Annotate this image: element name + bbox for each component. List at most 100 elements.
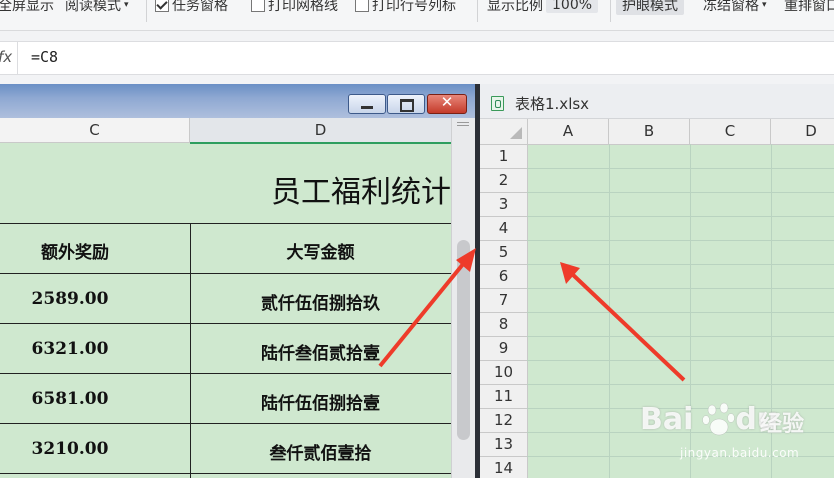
row-header[interactable]: 6: [480, 265, 528, 289]
gridline: [527, 168, 834, 169]
spreadsheet-file-icon: [491, 96, 504, 111]
divider: [0, 223, 451, 224]
left-workbook-window: ✕ C D 员工福利统计 额外奖励 大写金额 2589.00 贰仟伍佰捌拾玖 6…: [0, 84, 475, 478]
gridline: [527, 192, 834, 193]
freeze-panes-label: 冻结窗格: [703, 0, 759, 14]
column-header-d[interactable]: D: [771, 119, 834, 145]
watermark-sub: 经验: [760, 412, 805, 437]
table-cell[interactable]: 叁仟贰佰壹拾: [190, 439, 451, 464]
divider: [0, 273, 451, 274]
divider: [0, 373, 451, 374]
minimize-icon: [361, 106, 373, 109]
window-titlebar[interactable]: 表格1.xlsx: [480, 84, 834, 119]
row-header[interactable]: 10: [480, 361, 528, 385]
column-header-c[interactable]: C: [0, 118, 190, 143]
reading-mode-label: 阅读模式: [65, 0, 121, 14]
divider: [0, 473, 451, 474]
rearrange-label: 重排窗口: [784, 0, 834, 14]
eye-protection-button[interactable]: 护眼模式: [616, 0, 684, 16]
row-header[interactable]: 9: [480, 337, 528, 361]
print-headings-checkbox[interactable]: 打印行号列标: [355, 0, 456, 16]
ribbon-toolbar: 全屏显示 阅读模式 ▾ 任务窗格 打印网格线 打印行号列标 显示比例 100% 护眼…: [0, 0, 834, 31]
sheet-title: 员工福利统计: [271, 175, 451, 210]
divider: [0, 323, 451, 324]
row-header[interactable]: 13: [480, 433, 528, 457]
formula-input[interactable]: =C8: [31, 48, 58, 66]
reading-mode-button[interactable]: 阅读模式 ▾: [65, 0, 129, 16]
sheet-grid[interactable]: 员工福利统计 额外奖励 大写金额 2589.00 贰仟伍佰捌拾玖 6321.00…: [0, 143, 451, 478]
gridline: [527, 264, 834, 265]
watermark-brand-part1: Bai: [640, 402, 694, 437]
table-cell[interactable]: 陆仟叁佰贰拾壹: [190, 339, 451, 364]
baidu-watermark: Bai du 经验 jingyan.baidu.com: [640, 402, 834, 478]
print-gridlines-checkbox[interactable]: 打印网格线: [251, 0, 338, 16]
minimize-button[interactable]: [348, 94, 386, 114]
table-cell[interactable]: 贰仟伍佰捌拾玖: [190, 289, 451, 314]
full-screen-button[interactable]: 全屏显示: [0, 0, 54, 16]
row-header[interactable]: 1: [480, 145, 528, 169]
divider: [610, 0, 611, 22]
row-header[interactable]: 11: [480, 385, 528, 409]
divider: [17, 42, 18, 74]
checkbox-icon: [251, 0, 265, 12]
divider: [146, 0, 147, 22]
rearrange-windows-button[interactable]: 重排窗口: [784, 0, 834, 16]
header-cell[interactable]: 额外奖励: [0, 238, 150, 263]
zoom-label: 显示比例: [487, 0, 543, 14]
row-header[interactable]: 5: [480, 241, 528, 265]
window-title: 表格1.xlsx: [515, 95, 590, 113]
gridline: [527, 240, 834, 241]
vertical-scrollbar[interactable]: [451, 118, 475, 478]
gridline: [527, 384, 834, 385]
row-header[interactable]: 14: [480, 457, 528, 478]
header-cell[interactable]: 大写金额: [190, 238, 451, 263]
row-header[interactable]: 7: [480, 289, 528, 313]
gridline: [527, 216, 834, 217]
table-cell[interactable]: 2589.00: [0, 289, 140, 309]
table-cell[interactable]: 6321.00: [0, 339, 140, 359]
chevron-down-icon: ▾: [124, 0, 129, 10]
row-header[interactable]: 12: [480, 409, 528, 433]
zoom-value[interactable]: 100%: [546, 0, 599, 13]
table-cell[interactable]: 陆仟伍佰捌拾壹: [190, 389, 451, 414]
watermark-url: jingyan.baidu.com: [680, 446, 800, 460]
grip-icon: [457, 125, 469, 126]
full-screen-label: 全屏显示: [0, 0, 54, 14]
divider: [477, 0, 478, 22]
zoom-control[interactable]: 显示比例 100%: [487, 0, 599, 16]
paw-icon: [702, 402, 735, 436]
column-header-b[interactable]: B: [609, 119, 690, 145]
print-headings-label: 打印行号列标: [372, 0, 456, 14]
table-cell[interactable]: 6581.00: [0, 389, 140, 409]
column-header-a[interactable]: A: [528, 119, 609, 145]
column-header-d[interactable]: D: [190, 118, 451, 144]
table-cell[interactable]: 3210.00: [0, 439, 140, 459]
checkbox-icon: [355, 0, 369, 12]
divider: [0, 423, 451, 424]
row-header[interactable]: 4: [480, 217, 528, 241]
restore-button[interactable]: [387, 94, 425, 114]
gridline: [609, 144, 610, 478]
column-header-c[interactable]: C: [690, 119, 771, 145]
close-button[interactable]: ✕: [427, 93, 467, 114]
select-all-corner[interactable]: [480, 119, 528, 145]
gridline: [527, 360, 834, 361]
fx-icon[interactable]: fx: [0, 48, 12, 66]
row-header[interactable]: 2: [480, 169, 528, 193]
scrollbar-thumb[interactable]: [457, 240, 470, 440]
close-icon: ✕: [440, 93, 454, 111]
row-header[interactable]: 3: [480, 193, 528, 217]
freeze-panes-button[interactable]: 冻结窗格 ▾: [703, 0, 767, 16]
checkbox-checked-icon: [155, 0, 169, 12]
task-pane-checkbox[interactable]: 任务窗格: [155, 0, 228, 16]
formula-bar: fx =C8: [0, 41, 834, 75]
gridline: [527, 288, 834, 289]
restore-icon: [400, 99, 414, 112]
task-pane-label: 任务窗格: [172, 0, 228, 14]
gridline: [527, 312, 834, 313]
row-header[interactable]: 8: [480, 313, 528, 337]
gridline: [527, 336, 834, 337]
eye-protection-label: 护眼模式: [616, 0, 684, 15]
window-titlebar[interactable]: ✕: [0, 84, 475, 118]
print-gridlines-label: 打印网格线: [268, 0, 338, 14]
